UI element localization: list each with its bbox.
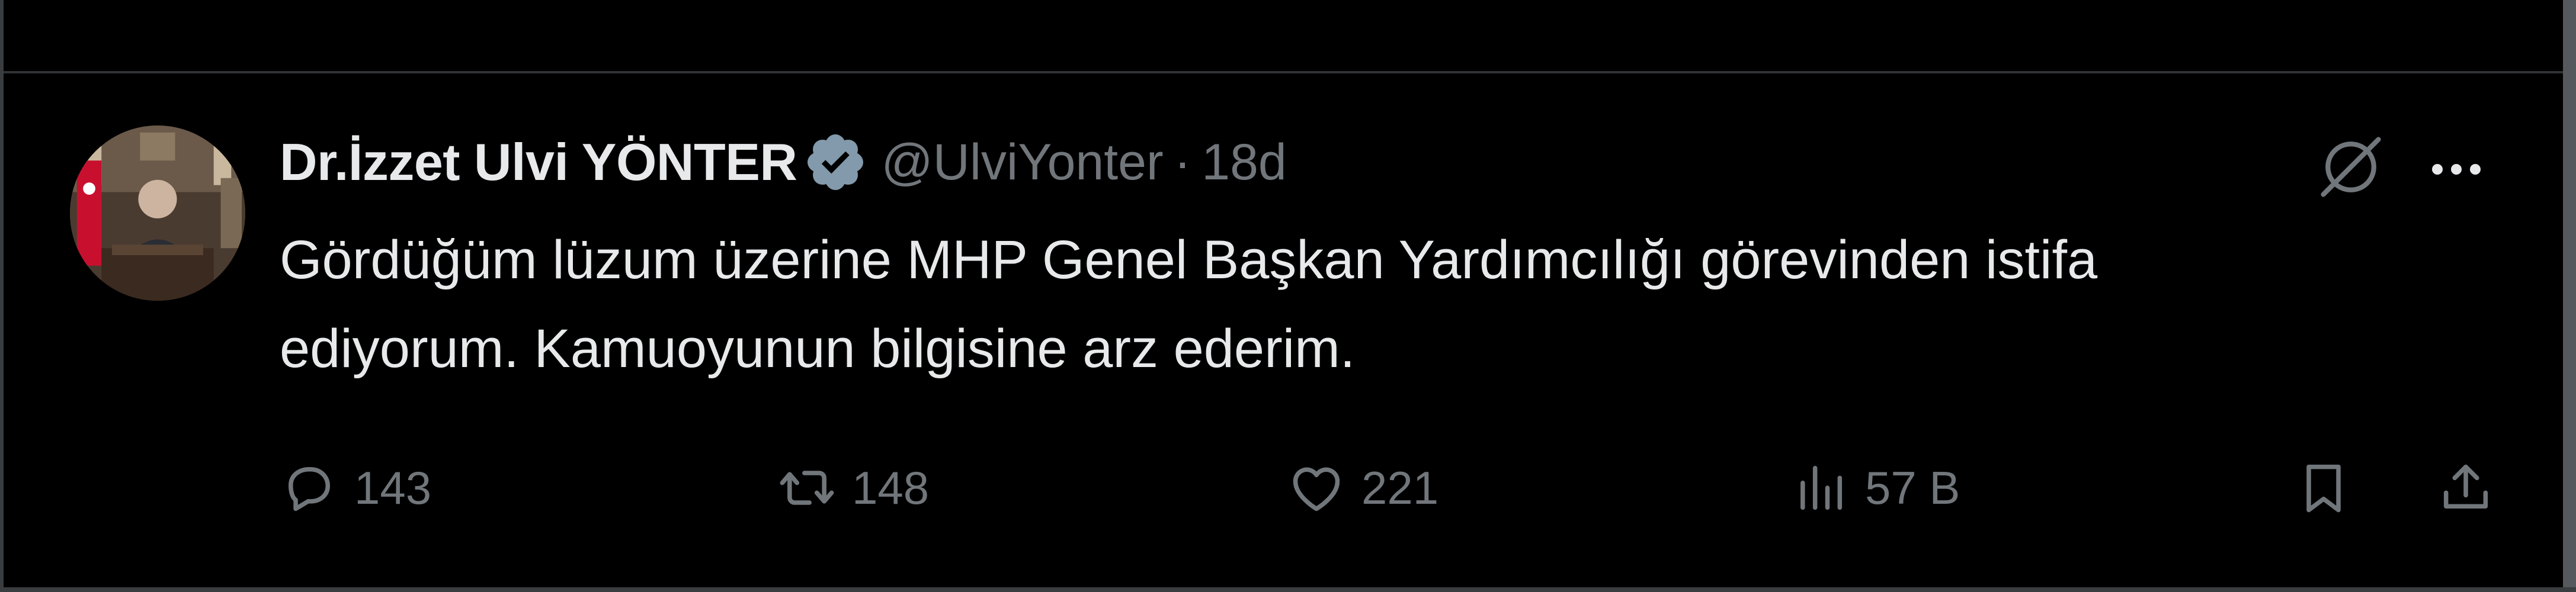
previous-tweet-fragment: _ _ _ _ _ _ _ [4,0,2563,71]
window-frame-bottom [0,587,2576,592]
avatar-photo [70,126,245,301]
views-count: 57 B [1865,461,1960,514]
scrollbar-track[interactable] [2563,0,2576,592]
grok-icon[interactable] [2314,130,2388,204]
like-count: 221 [1361,461,1439,514]
author-handle[interactable]: @UlviYonter [881,133,1163,192]
heart-icon [1293,467,1340,511]
retweet-icon [780,471,834,505]
reply-button[interactable]: 143 [280,452,431,523]
tweet-actions: 143 148 221 57 B [280,452,2543,523]
tweet[interactable]: Dr.İzzet Ulvi YÖNTER @UlviYonter · 18d G… [4,73,2563,587]
previous-tweet-link[interactable]: _ _ _ _ _ _ _ [4,0,2563,5]
separator-dot: · [1174,133,1191,191]
more-icon[interactable] [2421,140,2492,199]
display-name[interactable]: Dr.İzzet Ulvi YÖNTER [280,132,797,192]
share-button[interactable] [2436,452,2495,523]
reply-count: 143 [354,461,432,514]
verified-badge-icon[interactable] [803,130,868,195]
tweet-text-line-2: ediyorum. Kamuoyunun bilgisine arz ederi… [280,318,1356,379]
avatar[interactable] [70,126,245,301]
bookmark-icon [2306,464,2341,513]
tweet-timestamp[interactable]: 18d [1202,133,1287,192]
tweet-header: Dr.İzzet Ulvi YÖNTER @UlviYonter · 18d [280,127,1287,198]
tweet-text: Gördüğüm lüzum üzerine MHP Genel Başkan … [280,215,2472,393]
retweet-button[interactable]: 148 [777,452,929,523]
retweet-count: 148 [852,461,930,514]
views-icon [1800,465,1843,510]
share-icon [2443,464,2488,509]
reply-icon [289,467,330,511]
views-button[interactable]: 57 B [1790,452,1960,523]
tweet-text-line-1: Gördüğüm lüzum üzerine MHP Genel Başkan … [280,230,2098,290]
bookmark-button[interactable] [2294,452,2353,523]
like-button[interactable]: 221 [1287,452,1438,523]
